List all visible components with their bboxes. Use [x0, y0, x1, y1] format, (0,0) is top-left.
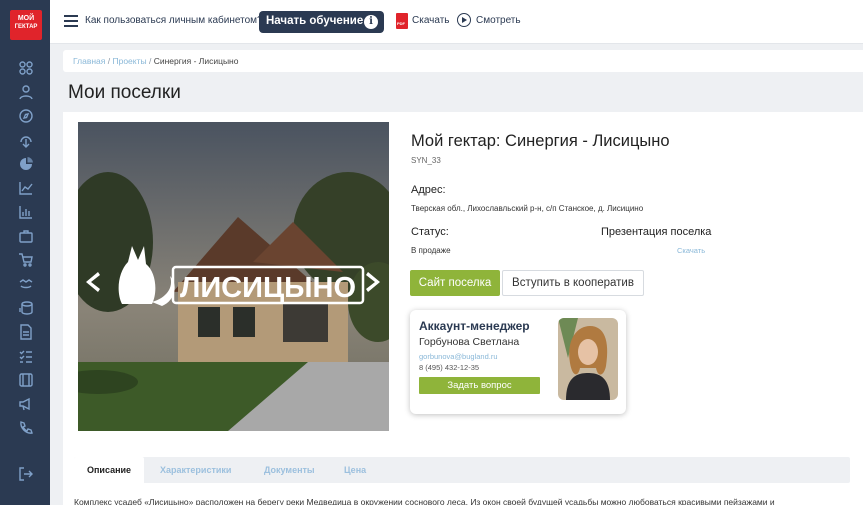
breadcrumb-separator: / [107, 56, 111, 66]
start-learning-label: Начать обучение [266, 15, 364, 27]
tab-description[interactable]: Описание [74, 457, 145, 483]
project-code: SYN_33 [411, 156, 441, 165]
user-icon[interactable] [18, 84, 34, 100]
chart-pie-icon[interactable] [18, 156, 34, 172]
start-learning-button[interactable]: Начать обучение i [259, 11, 384, 33]
megaphone-icon[interactable] [18, 396, 34, 412]
manager-phone: 8 (495) 432-12-35 [419, 363, 480, 372]
book-icon[interactable] [18, 372, 34, 388]
bar-chart-icon[interactable] [18, 204, 34, 220]
tab-price[interactable]: Цена [344, 457, 366, 483]
document-icon[interactable] [18, 324, 34, 340]
handshake-icon[interactable] [18, 276, 34, 292]
grid-icon[interactable] [18, 60, 34, 76]
manager-name: Горбунова Светлана [419, 336, 520, 348]
watch-link[interactable]: Смотреть [476, 15, 521, 26]
project-title: Мой гектар: Синергия - Лисицыно [411, 132, 670, 150]
briefcase-icon[interactable] [18, 228, 34, 244]
account-manager-card: Аккаунт-менеджер Горбунова Светлана gorb… [410, 310, 626, 414]
tab-characteristics[interactable]: Характеристики [160, 457, 231, 483]
presentation-label: Презентация поселка [601, 226, 712, 238]
breadcrumb-current: Синергия - Лисицыно [153, 56, 239, 66]
globe-icon[interactable] [18, 132, 34, 148]
coins-icon[interactable] [18, 300, 34, 316]
status-label: Статус: [411, 226, 449, 238]
phone-icon[interactable] [18, 420, 34, 436]
project-hero-image: ЛИСИЦЫНО [78, 122, 389, 431]
breadcrumb-home[interactable]: Главная [73, 56, 105, 66]
ask-question-button[interactable]: Задать вопрос [419, 377, 540, 394]
logo-line2: ГЕКТАР [14, 24, 38, 30]
address-value: Тверская обл., Лихославльский р-н, с/п С… [411, 204, 644, 213]
play-icon[interactable] [457, 13, 471, 27]
sidebar: МОЙ ГЕКТАР [0, 0, 50, 505]
download-link[interactable]: Скачать [412, 15, 450, 26]
status-value: В продаже [411, 246, 451, 255]
settlement-site-button[interactable]: Сайт поселка [410, 270, 500, 296]
tab-documents[interactable]: Документы [264, 457, 315, 483]
address-label: Адрес: [411, 184, 446, 196]
brand-logo[interactable]: МОЙ ГЕКТАР [10, 10, 42, 40]
page-title: Мои поселки [68, 82, 181, 103]
compass-icon[interactable] [18, 108, 34, 124]
top-bar: Как пользоваться личным кабинетом? Начат… [50, 0, 863, 44]
project-tabs: Описание Характеристики Документы Цена [74, 457, 850, 483]
presentation-download-link[interactable]: Скачать [677, 246, 705, 255]
menu-icon[interactable] [64, 15, 78, 27]
join-cooperative-button[interactable]: Вступить в кооператив [502, 270, 644, 296]
help-link[interactable]: Как пользоваться личным кабинетом? [85, 15, 263, 26]
project-card: ЛИСИЦЫНО Мой гектар: Синергия - Лисицыно… [63, 112, 863, 505]
breadcrumb: Главная / Проекты / Синергия - Лисицыно [63, 50, 863, 72]
breadcrumb-separator: / [148, 56, 152, 66]
cart-icon[interactable] [18, 252, 34, 268]
logo-line1: МОЙ [17, 15, 35, 22]
manager-avatar [558, 318, 618, 400]
hero-logo-text: ЛИСИЦЫНО [180, 272, 356, 304]
manager-role: Аккаунт-менеджер [419, 319, 530, 333]
pdf-icon[interactable] [396, 13, 408, 29]
logout-icon[interactable] [18, 466, 34, 482]
breadcrumb-projects[interactable]: Проекты [112, 56, 146, 66]
manager-email[interactable]: gorbunova@bugland.ru [419, 352, 498, 361]
project-description: Комплекс усадеб «Лисицыно» расположен на… [74, 497, 775, 505]
line-chart-icon[interactable] [18, 180, 34, 196]
info-icon: i [364, 15, 378, 29]
checklist-icon[interactable] [18, 348, 34, 364]
